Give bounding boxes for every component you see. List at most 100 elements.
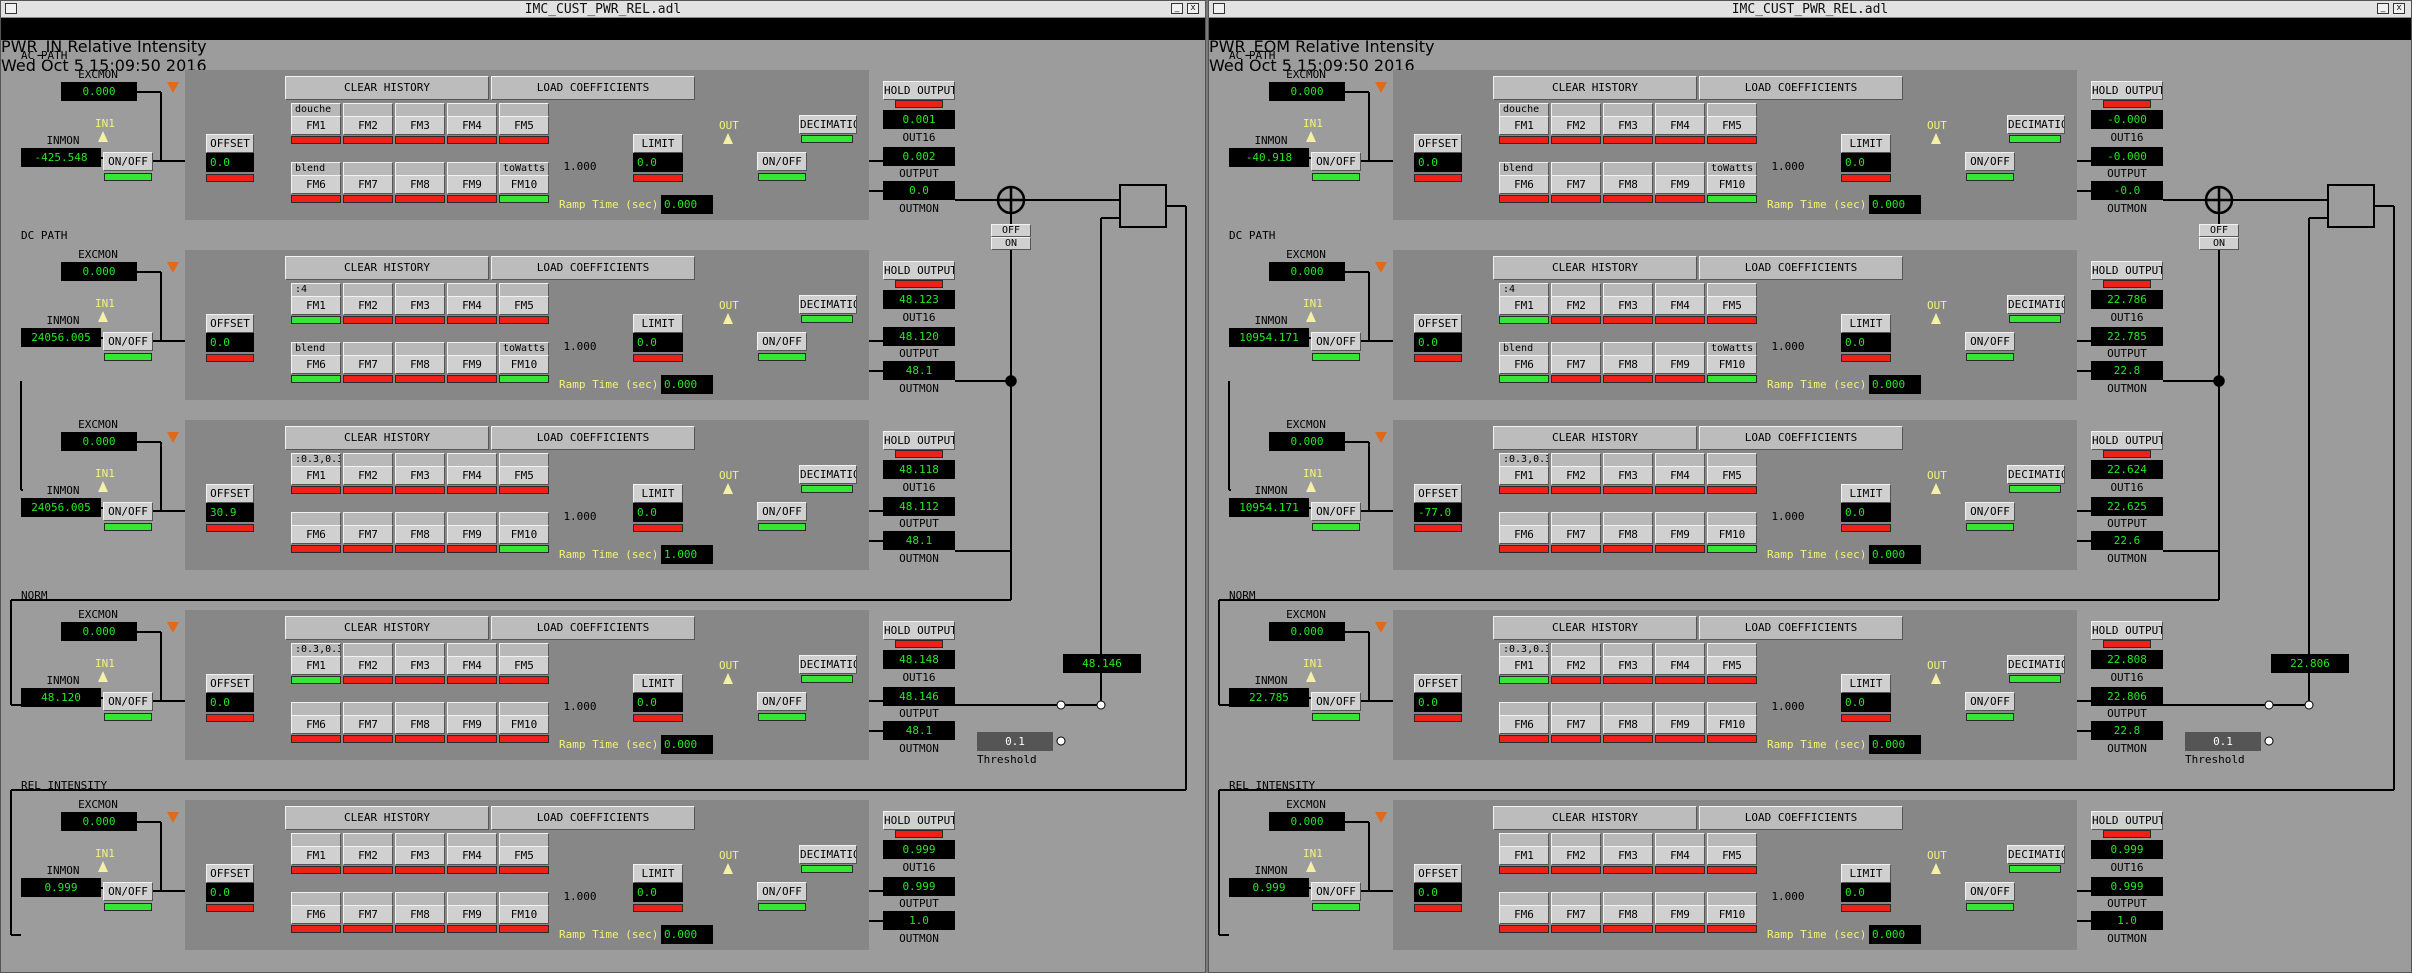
load-coefficients-button[interactable]: LOAD COEFFICIENTS <box>1699 76 1903 100</box>
fm10-button[interactable]: FM10 <box>1707 355 1757 374</box>
decimation-button[interactable]: DECIMATION <box>799 115 857 134</box>
fm10-button[interactable]: FM10 <box>499 715 549 734</box>
fm7-button[interactable]: FM7 <box>343 525 393 544</box>
offset-button[interactable]: OFFSET <box>1414 864 1462 883</box>
fm7-button[interactable]: FM7 <box>1551 715 1601 734</box>
fm1-button[interactable]: FM1 <box>291 656 341 675</box>
input-onoff-button[interactable]: ON/OFF <box>1311 332 1361 351</box>
fm2-button[interactable]: FM2 <box>343 846 393 865</box>
fm1-button[interactable]: FM1 <box>291 296 341 315</box>
gain-value[interactable]: 1.000 <box>1765 698 1811 715</box>
decimation-button[interactable]: DECIMATION <box>2007 845 2065 864</box>
fm3-button[interactable]: FM3 <box>395 116 445 135</box>
limit-value[interactable]: 0.0 <box>633 883 683 902</box>
fm2-button[interactable]: FM2 <box>1551 656 1601 675</box>
clear-history-button[interactable]: CLEAR HISTORY <box>1493 256 1697 280</box>
offset-value[interactable]: 0.0 <box>1414 883 1462 902</box>
output-onoff-button[interactable]: ON/OFF <box>757 152 807 171</box>
fm5-button[interactable]: FM5 <box>1707 466 1757 485</box>
fm7-button[interactable]: FM7 <box>343 175 393 194</box>
gain-value[interactable]: 1.000 <box>557 338 603 355</box>
load-coefficients-button[interactable]: LOAD COEFFICIENTS <box>491 76 695 100</box>
gain-value[interactable]: 1.000 <box>557 158 603 175</box>
offset-value[interactable]: 0.0 <box>1414 693 1462 712</box>
fm6-button[interactable]: FM6 <box>291 905 341 924</box>
fm9-button[interactable]: FM9 <box>447 175 497 194</box>
offset-value[interactable]: 0.0 <box>206 153 254 172</box>
fm8-button[interactable]: FM8 <box>1603 355 1653 374</box>
fm5-button[interactable]: FM5 <box>499 656 549 675</box>
ramp-time-value[interactable]: 0.000 <box>1869 545 1921 564</box>
close-icon[interactable]: x <box>1187 3 1199 14</box>
fm7-button[interactable]: FM7 <box>1551 175 1601 194</box>
limit-button[interactable]: LIMIT <box>633 484 683 503</box>
hold-output-button[interactable]: HOLD OUTPUT <box>883 621 955 640</box>
input-onoff-button[interactable]: ON/OFF <box>1311 692 1361 711</box>
offset-value[interactable]: 0.0 <box>1414 153 1462 172</box>
fm10-button[interactable]: FM10 <box>1707 905 1757 924</box>
offset-value[interactable]: 0.0 <box>1414 333 1462 352</box>
fm10-button[interactable]: FM10 <box>499 905 549 924</box>
fm4-button[interactable]: FM4 <box>447 656 497 675</box>
load-coefficients-button[interactable]: LOAD COEFFICIENTS <box>1699 256 1903 280</box>
window-title-bar[interactable]: IMC_CUST_PWR_REL.adl _ x <box>1209 1 2411 18</box>
decimation-button[interactable]: DECIMATION <box>2007 655 2065 674</box>
fm2-button[interactable]: FM2 <box>1551 296 1601 315</box>
fm4-button[interactable]: FM4 <box>1655 656 1705 675</box>
fm7-button[interactable]: FM7 <box>1551 355 1601 374</box>
offset-button[interactable]: OFFSET <box>1414 134 1462 153</box>
input-onoff-button[interactable]: ON/OFF <box>103 692 153 711</box>
clear-history-button[interactable]: CLEAR HISTORY <box>1493 806 1697 830</box>
fm10-button[interactable]: FM10 <box>499 525 549 544</box>
gain-value[interactable]: 1.000 <box>557 888 603 905</box>
output-onoff-button[interactable]: ON/OFF <box>1965 332 2015 351</box>
offset-button[interactable]: OFFSET <box>206 484 254 503</box>
fm2-button[interactable]: FM2 <box>343 296 393 315</box>
hold-output-button[interactable]: HOLD OUTPUT <box>883 431 955 450</box>
clear-history-button[interactable]: CLEAR HISTORY <box>1493 426 1697 450</box>
fm1-button[interactable]: FM1 <box>1499 846 1549 865</box>
fm5-button[interactable]: FM5 <box>1707 656 1757 675</box>
clear-history-button[interactable]: CLEAR HISTORY <box>1493 76 1697 100</box>
fm5-button[interactable]: FM5 <box>499 116 549 135</box>
limit-button[interactable]: LIMIT <box>1841 314 1891 333</box>
limit-value[interactable]: 0.0 <box>633 153 683 172</box>
fm8-button[interactable]: FM8 <box>395 905 445 924</box>
output-onoff-button[interactable]: ON/OFF <box>757 882 807 901</box>
limit-value[interactable]: 0.0 <box>1841 503 1891 522</box>
limit-button[interactable]: LIMIT <box>1841 484 1891 503</box>
sum-off-button[interactable]: OFF <box>2199 224 2239 237</box>
load-coefficients-button[interactable]: LOAD COEFFICIENTS <box>491 616 695 640</box>
clear-history-button[interactable]: CLEAR HISTORY <box>285 256 489 280</box>
fm8-button[interactable]: FM8 <box>1603 905 1653 924</box>
fm9-button[interactable]: FM9 <box>1655 715 1705 734</box>
offset-button[interactable]: OFFSET <box>206 134 254 153</box>
fm1-button[interactable]: FM1 <box>1499 656 1549 675</box>
fm2-button[interactable]: FM2 <box>343 466 393 485</box>
clear-history-button[interactable]: CLEAR HISTORY <box>285 616 489 640</box>
decimation-button[interactable]: DECIMATION <box>799 465 857 484</box>
fm8-button[interactable]: FM8 <box>1603 525 1653 544</box>
limit-value[interactable]: 0.0 <box>633 693 683 712</box>
fm7-button[interactable]: FM7 <box>343 715 393 734</box>
ramp-time-value[interactable]: 0.000 <box>661 735 713 754</box>
limit-value[interactable]: 0.0 <box>633 333 683 352</box>
fm5-button[interactable]: FM5 <box>1707 116 1757 135</box>
load-coefficients-button[interactable]: LOAD COEFFICIENTS <box>1699 426 1903 450</box>
input-onoff-button[interactable]: ON/OFF <box>1311 502 1361 521</box>
input-onoff-button[interactable]: ON/OFF <box>103 502 153 521</box>
fm7-button[interactable]: FM7 <box>343 905 393 924</box>
ramp-time-value[interactable]: 0.000 <box>1869 925 1921 944</box>
limit-value[interactable]: 0.0 <box>1841 693 1891 712</box>
fm6-button[interactable]: FM6 <box>291 715 341 734</box>
input-onoff-button[interactable]: ON/OFF <box>103 152 153 171</box>
fm3-button[interactable]: FM3 <box>1603 656 1653 675</box>
offset-button[interactable]: OFFSET <box>206 314 254 333</box>
sum-on-button[interactable]: ON <box>991 237 1031 250</box>
offset-button[interactable]: OFFSET <box>1414 484 1462 503</box>
fm1-button[interactable]: FM1 <box>291 466 341 485</box>
window-title-bar[interactable]: IMC_CUST_PWR_REL.adl _ x <box>1 1 1205 18</box>
output-onoff-button[interactable]: ON/OFF <box>1965 152 2015 171</box>
fm7-button[interactable]: FM7 <box>343 355 393 374</box>
fm4-button[interactable]: FM4 <box>447 466 497 485</box>
